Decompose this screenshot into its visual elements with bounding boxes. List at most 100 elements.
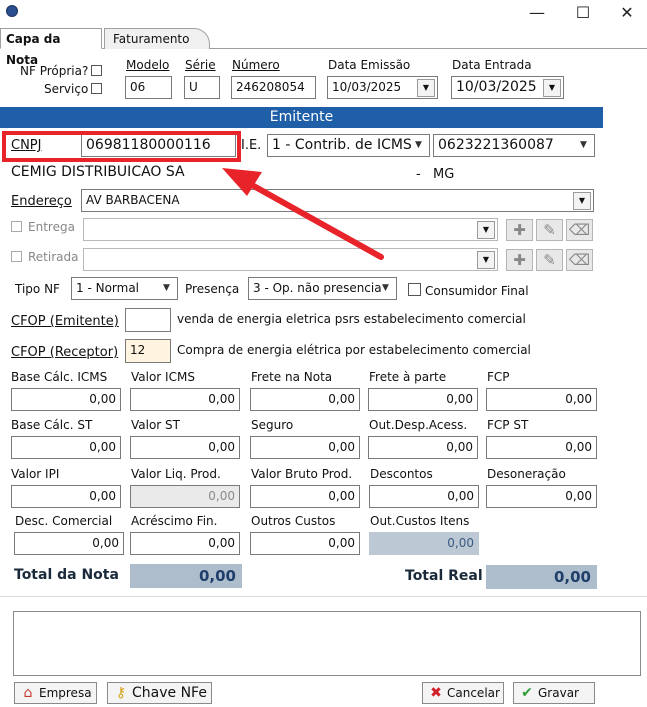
data-emissao-label: Data Emissão: [328, 58, 411, 72]
outros-custos-input[interactable]: 0,00: [250, 532, 360, 555]
entrega-add-icon[interactable]: ✚: [506, 219, 533, 241]
data-entrada-dropdown-icon[interactable]: ▼: [543, 79, 561, 97]
tipo-nf-select[interactable]: 1 - Normal ▼: [71, 277, 178, 300]
maximize-button[interactable]: ☐: [561, 0, 605, 26]
ie-label: I.E.: [241, 138, 262, 153]
data-entrada-label: Data Entrada: [452, 58, 532, 72]
cancelar-button-label: Cancelar: [447, 686, 500, 700]
tab-faturamento[interactable]: Faturamento: [104, 28, 210, 49]
fcp-st-input[interactable]: 0,00: [486, 436, 597, 459]
valor-st-label: Valor ST: [131, 418, 181, 432]
out-desp-input[interactable]: 0,00: [368, 436, 478, 459]
cfop-emitente-label[interactable]: CFOP (Emitente): [11, 314, 119, 329]
nf-propria-checkbox[interactable]: [91, 65, 102, 76]
valor-liq-label: Valor Liq. Prod.: [131, 467, 221, 481]
out-custos-itens-input: 0,00: [369, 532, 479, 555]
total-real-value: 0,00: [486, 565, 597, 589]
cfop-receptor-description: Compra de energia elétrica por estabelec…: [177, 343, 531, 357]
out-desp-label: Out.Desp.Acess.: [369, 418, 468, 432]
base-icms-input[interactable]: 0,00: [11, 388, 121, 411]
presenca-label: Presença: [185, 282, 240, 296]
desoneracao-input[interactable]: 0,00: [486, 485, 597, 508]
ie-type-chevron-down-icon: ▼: [415, 140, 422, 150]
valor-ipi-input[interactable]: 0,00: [11, 485, 121, 508]
seguro-input[interactable]: 0,00: [250, 436, 360, 459]
empresa-button-label: Empresa: [39, 686, 92, 700]
close-button[interactable]: ✕: [605, 0, 647, 26]
city-separator: -: [416, 167, 421, 182]
endereco-label[interactable]: Endereço: [11, 194, 72, 209]
entrega-checkbox[interactable]: [11, 221, 22, 232]
cancelar-button[interactable]: ✖ Cancelar: [422, 682, 504, 704]
gravar-button[interactable]: ✔ Gravar: [513, 682, 595, 704]
servico-checkbox[interactable]: [91, 83, 102, 94]
retirada-label: Retirada: [28, 250, 79, 264]
serie-label: Série: [185, 58, 216, 72]
tipo-nf-label: Tipo NF: [15, 282, 60, 296]
fcp-st-label: FCP ST: [487, 418, 529, 432]
consumidor-final-label: Consumidor Final: [425, 284, 529, 298]
ie-type-select[interactable]: 1 - Contrib. de ICMS ▼: [267, 134, 430, 157]
base-st-input[interactable]: 0,00: [11, 436, 121, 459]
tab-capa-da-nota[interactable]: Capa da Nota: [0, 28, 102, 67]
valor-st-input[interactable]: 0,00: [130, 436, 240, 459]
cancel-x-icon: ✖: [430, 685, 442, 701]
valor-icms-input[interactable]: 0,00: [130, 388, 240, 411]
cnpj-input[interactable]: 06981180000116: [81, 134, 236, 157]
emitente-section-title: Emitente: [0, 107, 603, 128]
chave-nfe-button[interactable]: ⚷ Chave NFe: [107, 682, 212, 704]
entrega-edit-icon[interactable]: ✎: [536, 219, 563, 241]
data-emissao-input[interactable]: 10/03/2025 ▼: [327, 76, 438, 99]
minimize-button[interactable]: —: [515, 0, 559, 26]
frete-nota-label: Frete na Nota: [251, 370, 333, 384]
gravar-button-label: Gravar: [538, 686, 579, 700]
entrega-select[interactable]: ▼: [83, 218, 498, 241]
retirada-select[interactable]: ▼: [83, 248, 498, 271]
tipo-nf-value: 1 - Normal: [76, 281, 140, 295]
cfop-receptor-input[interactable]: 12: [125, 339, 171, 363]
base-st-label: Base Cálc. ST: [11, 418, 93, 432]
endereco-dropdown-icon[interactable]: ▼: [573, 192, 591, 210]
entrega-dropdown-icon[interactable]: ▼: [477, 221, 495, 239]
acrescimo-input[interactable]: 0,00: [130, 532, 240, 555]
cfop-emitente-input[interactable]: [125, 308, 171, 332]
retirada-clear-icon[interactable]: ⌫: [566, 249, 593, 271]
check-icon: ✔: [521, 685, 533, 701]
entrega-clear-icon[interactable]: ⌫: [566, 219, 593, 241]
numero-label: Número: [232, 58, 280, 72]
app-icon: [6, 5, 18, 17]
data-emissao-dropdown-icon[interactable]: ▼: [417, 79, 435, 97]
frete-nota-input[interactable]: 0,00: [250, 388, 360, 411]
desc-comercial-input[interactable]: 0,00: [14, 532, 124, 555]
valor-icms-label: Valor ICMS: [131, 370, 195, 384]
data-emissao-value: 10/03/2025: [332, 80, 402, 94]
empresa-button[interactable]: ⌂ Empresa: [14, 682, 97, 704]
observations-textarea[interactable]: [13, 611, 641, 676]
presenca-select[interactable]: 3 - Op. não presencia ▼: [248, 277, 397, 300]
outros-custos-label: Outros Custos: [251, 514, 336, 528]
cnpj-label[interactable]: CNPJ: [11, 138, 41, 153]
serie-input[interactable]: U: [184, 76, 220, 99]
servico-label: Serviço: [44, 82, 89, 96]
consumidor-final-checkbox[interactable]: [408, 283, 421, 296]
entrega-label: Entrega: [28, 220, 75, 234]
out-custos-itens-label: Out.Custos Itens: [370, 514, 470, 528]
numero-input[interactable]: 246208054: [231, 76, 316, 99]
data-entrada-input[interactable]: 10/03/2025 ▼: [451, 76, 564, 99]
valor-bruto-input[interactable]: 0,00: [250, 485, 360, 508]
endereco-select[interactable]: AV BARBACENA ▼: [81, 189, 594, 212]
ie-select[interactable]: 0623221360087 ▼: [433, 134, 595, 157]
separator: [0, 596, 647, 597]
descontos-input[interactable]: 0,00: [369, 485, 479, 508]
retirada-edit-icon[interactable]: ✎: [536, 249, 563, 271]
cfop-receptor-label[interactable]: CFOP (Receptor): [11, 345, 118, 360]
fcp-label: FCP: [487, 370, 510, 384]
total-real-label: Total Real: [405, 568, 483, 584]
fcp-input[interactable]: 0,00: [486, 388, 597, 411]
frete-parte-input[interactable]: 0,00: [368, 388, 478, 411]
retirada-checkbox[interactable]: [11, 251, 22, 262]
modelo-input[interactable]: 06: [125, 76, 172, 99]
valor-bruto-label: Valor Bruto Prod.: [251, 467, 353, 481]
retirada-dropdown-icon[interactable]: ▼: [477, 251, 495, 269]
retirada-add-icon[interactable]: ✚: [506, 249, 533, 271]
